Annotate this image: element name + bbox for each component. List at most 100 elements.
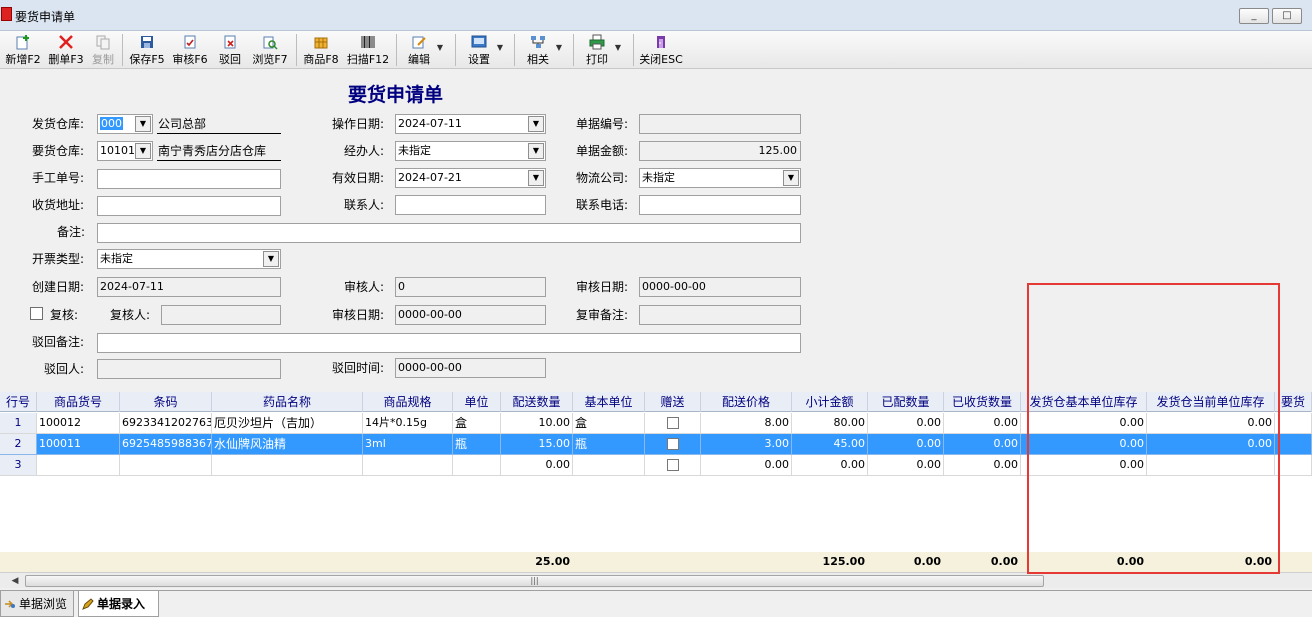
col-stock-cur[interactable]: 发货仓当前单位库存: [1147, 392, 1275, 412]
op-date-combo[interactable]: 2024-07-11 ▼: [395, 114, 546, 134]
table-row[interactable]: 3 0.00 0.00 0.00 0.00 0.00 0.00: [0, 455, 1312, 476]
cell-stock-base[interactable]: 0.00: [1021, 455, 1147, 476]
col-row-no[interactable]: 行号: [0, 392, 37, 412]
print-button[interactable]: 打印 ▼: [582, 31, 621, 69]
cell-name[interactable]: [212, 455, 363, 476]
table-row[interactable]: 2 100011 6925485988367 水仙牌风油精 3ml 瓶 15.0…: [0, 434, 1312, 455]
cell-stock-cur[interactable]: 0.00: [1147, 434, 1275, 455]
edit-dropdown-icon[interactable]: ▼: [437, 43, 443, 52]
cell-stock-base[interactable]: 0.00: [1021, 434, 1147, 455]
tab-doc-entry[interactable]: 单据录入: [78, 591, 159, 617]
cell-name[interactable]: 厄贝沙坦片（吉加）: [212, 413, 363, 434]
contact-input[interactable]: [395, 195, 546, 215]
cell-code[interactable]: 100011: [37, 434, 120, 455]
phone-input[interactable]: [639, 195, 801, 215]
cell-subtotal[interactable]: 80.00: [792, 413, 868, 434]
cell-base-unit[interactable]: [573, 455, 645, 476]
col-gift[interactable]: 赠送: [645, 392, 701, 412]
col-subtotal[interactable]: 小计金额: [792, 392, 868, 412]
ship-wh-code-combo[interactable]: 000 ▼: [97, 114, 153, 134]
col-request[interactable]: 要货: [1275, 392, 1312, 412]
cell-request[interactable]: [1275, 413, 1312, 434]
scan-button[interactable]: 扫描F12: [346, 31, 390, 69]
handler-dropdown-icon[interactable]: ▼: [528, 143, 544, 159]
cell-price[interactable]: 8.00: [701, 413, 792, 434]
col-drug-name[interactable]: 药品名称: [212, 392, 363, 412]
cell-spec[interactable]: 14片*0.15g: [363, 413, 453, 434]
cell-code[interactable]: 100012: [37, 413, 120, 434]
col-stock-base[interactable]: 发货仓基本单位库存: [1021, 392, 1147, 412]
cell-recv[interactable]: 0.00: [944, 413, 1021, 434]
horizontal-scrollbar[interactable]: ◀ |||: [0, 572, 1312, 588]
valid-date-dropdown-icon[interactable]: ▼: [528, 170, 544, 186]
cell-request[interactable]: [1275, 455, 1312, 476]
cell-gift[interactable]: [645, 413, 701, 434]
req-wh-code-combo[interactable]: 10101 ▼: [97, 141, 153, 161]
related-button[interactable]: 相关 ▼: [523, 31, 562, 69]
col-barcode[interactable]: 条码: [120, 392, 212, 412]
handler-combo[interactable]: 未指定 ▼: [395, 141, 546, 161]
cell-barcode[interactable]: 6923341202763: [120, 413, 212, 434]
cell-spec[interactable]: [363, 455, 453, 476]
invoice-dropdown-icon[interactable]: ▼: [263, 251, 279, 267]
cell-stock-cur[interactable]: 0.00: [1147, 413, 1275, 434]
cell-name[interactable]: 水仙牌风油精: [212, 434, 363, 455]
invoice-combo[interactable]: 未指定 ▼: [97, 249, 281, 269]
print-dropdown-icon[interactable]: ▼: [615, 43, 621, 52]
req-wh-dropdown-icon[interactable]: ▼: [135, 143, 151, 159]
cell-gift[interactable]: [645, 434, 701, 455]
cell-barcode[interactable]: [120, 455, 212, 476]
minimize-button[interactable]: _: [1239, 8, 1269, 24]
maximize-button[interactable]: □: [1272, 8, 1302, 24]
cell-price[interactable]: 3.00: [701, 434, 792, 455]
delete-button[interactable]: 删单F3: [46, 31, 86, 69]
col-spec[interactable]: 商品规格: [363, 392, 453, 412]
logistics-dropdown-icon[interactable]: ▼: [783, 170, 799, 186]
addr-input[interactable]: [97, 196, 281, 216]
op-date-dropdown-icon[interactable]: ▼: [528, 116, 544, 132]
close-button[interactable]: 关闭ESC: [639, 31, 683, 69]
cell-unit[interactable]: 盒: [453, 413, 501, 434]
approve-button[interactable]: 审核F6: [170, 31, 210, 69]
gift-checkbox[interactable]: [666, 459, 679, 471]
col-goods-code[interactable]: 商品货号: [37, 392, 120, 412]
tab-doc-browse[interactable]: 单据浏览: [0, 591, 74, 617]
cell-recv[interactable]: 0.00: [944, 434, 1021, 455]
col-dist-qty[interactable]: 已配数量: [868, 392, 944, 412]
gift-checkbox[interactable]: [666, 438, 679, 450]
col-unit[interactable]: 单位: [453, 392, 501, 412]
table-row[interactable]: 1 100012 6923341202763 厄贝沙坦片（吉加） 14片*0.1…: [0, 413, 1312, 434]
browse-button[interactable]: 浏览F7: [250, 31, 290, 69]
cell-price[interactable]: 0.00: [701, 455, 792, 476]
cell-dist[interactable]: 0.00: [868, 434, 944, 455]
logistics-combo[interactable]: 未指定 ▼: [639, 168, 801, 188]
cell-subtotal[interactable]: 0.00: [792, 455, 868, 476]
cell-request[interactable]: [1275, 434, 1312, 455]
cell-code[interactable]: [37, 455, 120, 476]
recheck-checkbox[interactable]: [30, 307, 43, 320]
cell-dist[interactable]: 0.00: [868, 455, 944, 476]
cell-qty[interactable]: 15.00: [501, 434, 573, 455]
remark-input[interactable]: [97, 223, 801, 243]
cell-subtotal[interactable]: 45.00: [792, 434, 868, 455]
copy-button[interactable]: 复制: [90, 31, 116, 69]
ship-wh-dropdown-icon[interactable]: ▼: [135, 116, 151, 132]
cell-stock-base[interactable]: 0.00: [1021, 413, 1147, 434]
valid-date-combo[interactable]: 2024-07-21 ▼: [395, 168, 546, 188]
scroll-thumb[interactable]: |||: [25, 575, 1044, 587]
cell-base-unit[interactable]: 瓶: [573, 434, 645, 455]
gift-checkbox[interactable]: [666, 417, 679, 429]
goods-button[interactable]: 商品F8: [301, 31, 341, 69]
save-button[interactable]: 保存F5: [127, 31, 167, 69]
col-price[interactable]: 配送价格: [701, 392, 792, 412]
cell-unit[interactable]: [453, 455, 501, 476]
settings-dropdown-icon[interactable]: ▼: [497, 43, 503, 52]
cell-qty[interactable]: 0.00: [501, 455, 573, 476]
col-qty[interactable]: 配送数量: [501, 392, 573, 412]
scroll-left-icon[interactable]: ◀: [8, 574, 22, 588]
new-button[interactable]: 新增F2: [4, 31, 42, 69]
reject-note-input[interactable]: [97, 333, 801, 353]
settings-button[interactable]: 设置 ▼: [464, 31, 503, 69]
related-dropdown-icon[interactable]: ▼: [556, 43, 562, 52]
cell-spec[interactable]: 3ml: [363, 434, 453, 455]
